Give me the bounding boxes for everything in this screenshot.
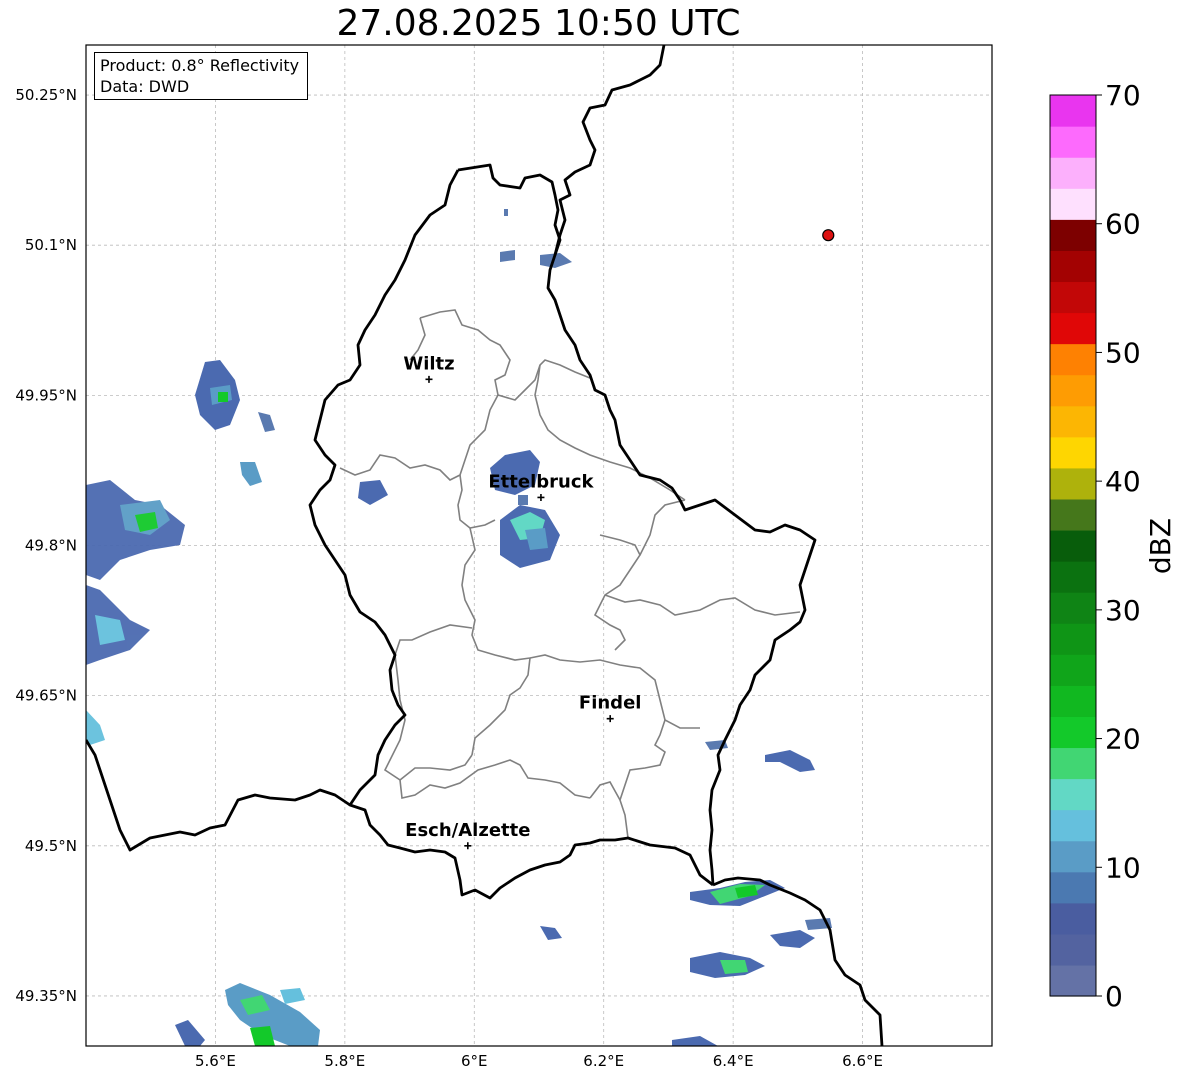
map-canvas: Wiltz Ettelbruck Findel Esch/Alzette 50.25°… <box>15 44 993 1070</box>
lat-tick-label: 49.8°N <box>25 537 77 555</box>
lon-tick-label: 6.4°E <box>713 1052 754 1070</box>
product-info-box: Product: 0.8° Reflectivity Data: DWD <box>94 52 308 100</box>
lat-tick-label: 49.35°N <box>15 987 77 1005</box>
lat-tick-label: 49.5°N <box>25 837 77 855</box>
lon-tick-label: 6°E <box>461 1052 488 1070</box>
lat-tick-label: 49.95°N <box>15 386 77 404</box>
product-text: Product: 0.8° Reflectivity <box>100 56 300 75</box>
longitude-labels: 5.6°E 5.8°E 6°E 6.2°E 6.4°E 6.6°E <box>195 1052 883 1070</box>
latitude-labels: 50.25°N 50.1°N 49.95°N 49.8°N 49.65°N 49.5°N 4… <box>15 86 77 1005</box>
data-source-text: Data: DWD <box>100 77 190 96</box>
radar-site-marker <box>822 229 835 242</box>
city-label: Wiltz <box>403 353 454 374</box>
lat-tick-label: 50.1°N <box>25 236 77 254</box>
lon-tick-label: 6.2°E <box>583 1052 624 1070</box>
lat-tick-label: 50.25°N <box>15 86 77 104</box>
city-label: Ettelbruck <box>488 471 594 492</box>
city-label: Findel <box>579 693 642 714</box>
lat-tick-label: 49.65°N <box>15 687 77 705</box>
lon-tick-label: 6.6°E <box>842 1052 883 1070</box>
lon-tick-label: 5.8°E <box>324 1052 365 1070</box>
city-label: Esch/Alzette <box>405 820 530 841</box>
lon-tick-label: 5.6°E <box>195 1052 236 1070</box>
